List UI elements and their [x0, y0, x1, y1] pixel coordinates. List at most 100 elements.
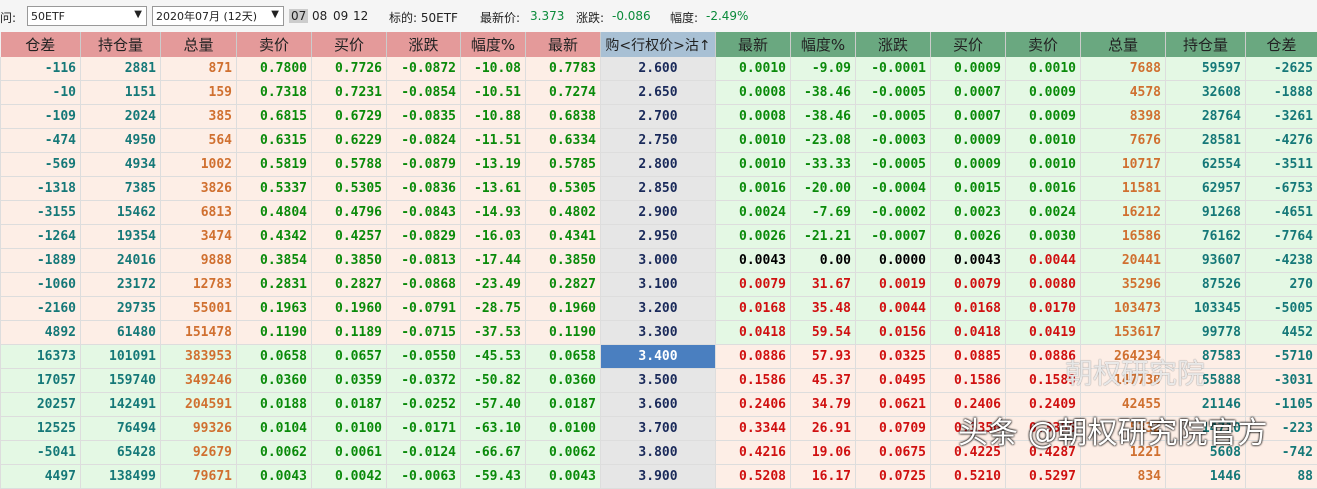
table-row[interactable]: -12641935434740.43420.4257-0.0829-16.030… — [1, 225, 1317, 249]
put-header-3[interactable]: 买价 — [931, 32, 1006, 57]
strike-cell[interactable]: 2.700 — [601, 105, 716, 129]
call-cell: -0.0824 — [387, 129, 461, 153]
call-cell: 871 — [161, 57, 237, 81]
call-cell: 0.0043 — [237, 465, 312, 489]
put-header-1[interactable]: 幅度% — [791, 32, 856, 57]
call-header-7[interactable]: 最新 — [526, 32, 601, 57]
call-cell: -0.0715 — [387, 321, 461, 345]
put-cell: -0.0001 — [856, 57, 931, 81]
table-row[interactable]: 202571424912045910.01880.0187-0.0252-57.… — [1, 393, 1317, 417]
pct-value: -2.49% — [706, 9, 748, 23]
put-header-4[interactable]: 卖价 — [1006, 32, 1081, 57]
put-cell: 88 — [1246, 465, 1317, 489]
strike-cell[interactable]: 2.600 — [601, 57, 716, 81]
table-row[interactable]: 163731010913839530.06580.0657-0.0550-45.… — [1, 345, 1317, 369]
month-tab-07[interactable]: 07 — [289, 9, 308, 23]
put-header-7[interactable]: 仓差 — [1246, 32, 1317, 57]
chevron-down-icon: ▼ — [134, 9, 142, 20]
table-row[interactable]: -569493410020.58190.5788-0.0879-13.190.5… — [1, 153, 1317, 177]
call-cell: 0.5788 — [312, 153, 387, 177]
put-header-2[interactable]: 涨跌 — [856, 32, 931, 57]
strike-cell[interactable]: 3.700 — [601, 417, 716, 441]
put-header-5[interactable]: 总量 — [1081, 32, 1166, 57]
put-cell: 93607 — [1166, 249, 1246, 273]
table-row[interactable]: 4892614801514780.11900.1189-0.0715-37.53… — [1, 321, 1317, 345]
call-header-6[interactable]: 幅度% — [461, 32, 526, 57]
call-cell: -0.0829 — [387, 225, 461, 249]
table-row[interactable]: -31551546268130.48040.4796-0.0843-14.930… — [1, 201, 1317, 225]
call-cell: 0.0360 — [526, 369, 601, 393]
call-cell: 4950 — [81, 129, 161, 153]
put-cell: 0.2406 — [716, 393, 791, 417]
put-cell: 45.37 — [791, 369, 856, 393]
last-price-value: 3.373 — [530, 9, 564, 23]
strike-cell[interactable]: 3.400 — [601, 345, 716, 369]
call-cell: -0.0252 — [387, 393, 461, 417]
put-header-0[interactable]: 最新 — [716, 32, 791, 57]
call-header-5[interactable]: 涨跌 — [387, 32, 461, 57]
table-row[interactable]: -1011511590.73180.7231-0.0854-10.510.727… — [1, 81, 1317, 105]
strike-cell[interactable]: 3.800 — [601, 441, 716, 465]
strike-cell[interactable]: 2.650 — [601, 81, 716, 105]
call-cell: 3474 — [161, 225, 237, 249]
strike-cell[interactable]: 3.100 — [601, 273, 716, 297]
strike-cell[interactable]: 3.300 — [601, 321, 716, 345]
table-row[interactable]: -1318738538260.53370.5305-0.0836-13.610.… — [1, 177, 1317, 201]
call-cell: -50.82 — [461, 369, 526, 393]
call-cell: -0.0813 — [387, 249, 461, 273]
put-header-6[interactable]: 持仓量 — [1166, 32, 1246, 57]
strike-cell[interactable]: 3.200 — [601, 297, 716, 321]
call-cell: 15462 — [81, 201, 161, 225]
put-cell: 0.0418 — [931, 321, 1006, 345]
underlying-select[interactable]: 50ETF▼ — [27, 6, 147, 26]
table-row[interactable]: -10920243850.68150.6729-0.0835-10.880.68… — [1, 105, 1317, 129]
table-row[interactable]: 4497138499796710.00430.0042-0.0063-59.43… — [1, 465, 1317, 489]
call-header-4[interactable]: 买价 — [312, 32, 387, 57]
put-cell: 16212 — [1081, 201, 1166, 225]
call-cell: 4934 — [81, 153, 161, 177]
call-cell: -10.88 — [461, 105, 526, 129]
put-cell: 0.5210 — [931, 465, 1006, 489]
table-row[interactable]: -47449505640.63150.6229-0.0824-11.510.63… — [1, 129, 1317, 153]
call-cell: 17057 — [1, 369, 81, 393]
call-header-3[interactable]: 卖价 — [237, 32, 312, 57]
strike-cell[interactable]: 2.850 — [601, 177, 716, 201]
table-row[interactable]: 170571597403492460.03600.0359-0.0372-50.… — [1, 369, 1317, 393]
call-cell: 92679 — [161, 441, 237, 465]
strike-header[interactable]: 购<行权价>沽↑ — [601, 32, 716, 57]
month-tab-12[interactable]: 12 — [353, 9, 368, 23]
call-cell: 65428 — [81, 441, 161, 465]
strike-cell[interactable]: 3.000 — [601, 249, 716, 273]
strike-cell[interactable]: 3.500 — [601, 369, 716, 393]
call-cell: -63.10 — [461, 417, 526, 441]
month-select[interactable]: 2020年07月 (12天)▼ — [152, 6, 284, 26]
strike-cell[interactable]: 2.950 — [601, 225, 716, 249]
table-row[interactable]: -11628818710.78000.7726-0.0872-10.080.77… — [1, 57, 1317, 81]
put-cell: 5608 — [1166, 441, 1246, 465]
strike-cell[interactable]: 2.800 — [601, 153, 716, 177]
table-row[interactable]: -216029735550010.19630.1960-0.0791-28.75… — [1, 297, 1317, 321]
table-row[interactable]: -18892401698880.38540.3850-0.0813-17.440… — [1, 249, 1317, 273]
put-cell: 14710 — [1166, 417, 1246, 441]
call-header-0[interactable]: 仓差 — [1, 32, 81, 57]
call-header-2[interactable]: 总量 — [161, 32, 237, 57]
put-cell: 264234 — [1081, 345, 1166, 369]
put-cell: 0.0023 — [931, 201, 1006, 225]
strike-cell[interactable]: 2.900 — [601, 201, 716, 225]
put-cell: 0.0009 — [931, 57, 1006, 81]
call-header-1[interactable]: 持仓量 — [81, 32, 161, 57]
table-row[interactable]: -106023172127830.28310.2827-0.0868-23.49… — [1, 273, 1317, 297]
put-cell: 0.0024 — [716, 201, 791, 225]
strike-cell[interactable]: 3.900 — [601, 465, 716, 489]
month-tab-09[interactable]: 09 — [333, 9, 348, 23]
put-cell: -23.08 — [791, 129, 856, 153]
table-row[interactable]: 1252576494993260.01040.0100-0.0171-63.10… — [1, 417, 1317, 441]
call-cell: 6813 — [161, 201, 237, 225]
table-row[interactable]: -504165428926790.00620.0061-0.0124-66.67… — [1, 441, 1317, 465]
month-tab-08[interactable]: 08 — [312, 9, 327, 23]
strike-cell[interactable]: 3.600 — [601, 393, 716, 417]
call-cell: 0.0658 — [526, 345, 601, 369]
call-cell: 3826 — [161, 177, 237, 201]
strike-cell[interactable]: 2.750 — [601, 129, 716, 153]
put-cell: 0.3356 — [1006, 417, 1081, 441]
